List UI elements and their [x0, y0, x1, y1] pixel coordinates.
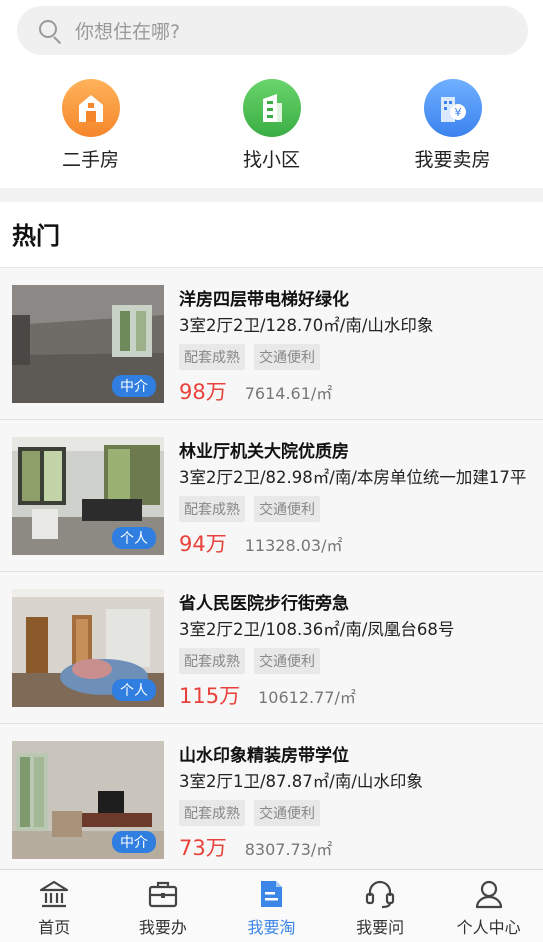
listing-item[interactable]: 中介 山水印象精装房带学位 3室2厅1卫/87.87㎡/南/山水印象 配套成熟 …	[0, 724, 543, 869]
listing-price: 98万	[179, 380, 227, 404]
tab-label: 个人中心	[456, 918, 521, 937]
listing-badge: 中介	[112, 375, 156, 397]
listing-badge: 中介	[112, 831, 156, 853]
document-icon	[261, 881, 283, 907]
listing-tag: 配套成熟	[179, 648, 245, 674]
briefcase-icon	[148, 881, 177, 908]
headset-icon	[365, 880, 395, 909]
tab-handle[interactable]: 我要办	[109, 870, 218, 942]
listing-item[interactable]: 中介 洋房四层带电梯好绿化 3室2厅2卫/128.70㎡/南/山水印象 配套成熟…	[0, 268, 543, 420]
listing-title: 洋房四层带电梯好绿化	[179, 290, 349, 310]
listing-tag: 交通便利	[254, 648, 320, 674]
tab-label: 首页	[38, 918, 71, 937]
tab-ask[interactable]: 我要问	[326, 870, 435, 942]
listing-tag: 配套成熟	[179, 800, 245, 826]
section-title: 热门	[0, 202, 543, 268]
listing-badge: 个人	[112, 679, 156, 701]
listing-title: 山水印象精装房带学位	[179, 746, 349, 766]
house-icon	[61, 79, 120, 137]
building-icon	[242, 79, 301, 137]
hot-section: 热门 中介 洋房四层带电梯好绿化 3室2厅2卫/128.70㎡/南/山水印象 配…	[0, 202, 543, 869]
bank-icon	[40, 880, 69, 908]
listing-unit-price: 11328.03/㎡	[244, 536, 343, 555]
listing-photo: 中介	[12, 741, 164, 859]
listing-badge: 个人	[112, 527, 156, 549]
category-label: 找小区	[242, 149, 300, 171]
listing-tag: 交通便利	[254, 344, 320, 370]
listing-item[interactable]: 个人 省人民医院步行街旁急 3室2厅2卫/108.36㎡/南/凤凰台68号 配套…	[0, 572, 543, 724]
listing-tag: 交通便利	[254, 800, 320, 826]
bottom-tab-bar: 首页 我要办 我要淘 我要问 个人中心	[0, 869, 543, 942]
tab-browse[interactable]: 我要淘	[217, 870, 326, 942]
user-icon	[475, 880, 502, 909]
listing-price: 73万	[179, 836, 227, 860]
listing-title: 林业厅机关大院优质房	[179, 442, 349, 462]
category-community[interactable]: 找小区	[181, 79, 362, 172]
listing-tag: 交通便利	[254, 496, 320, 522]
listing-photo: 个人	[12, 589, 164, 707]
listing-item[interactable]: 个人 林业厅机关大院优质房 3室2厅2卫/82.98㎡/南/本房单位统一加建17…	[0, 420, 543, 572]
svg-text:¥: ¥	[454, 106, 461, 119]
tab-label: 我要办	[138, 918, 187, 937]
listing-photo: 中介	[12, 285, 164, 403]
category-second-hand[interactable]: 二手房	[0, 79, 181, 172]
listing-detail: 3室2厅2卫/128.70㎡/南/山水印象	[179, 316, 434, 335]
sell-house-icon: ¥	[423, 79, 482, 137]
listing-tag: 配套成熟	[179, 496, 245, 522]
tab-profile[interactable]: 个人中心	[434, 870, 543, 942]
listing-tag: 配套成熟	[179, 344, 245, 370]
tab-label: 我要问	[356, 918, 405, 937]
search-bar[interactable]: 你想住在哪?	[17, 6, 528, 55]
listing-unit-price: 10612.77/㎡	[258, 688, 356, 707]
category-label: 二手房	[61, 149, 119, 171]
listing-detail: 3室2厅1卫/87.87㎡/南/山水印象	[179, 772, 423, 791]
category-label: 我要卖房	[414, 149, 491, 171]
tab-home[interactable]: 首页	[0, 870, 109, 942]
listing-price: 115万	[179, 684, 241, 708]
listing-photo: 个人	[12, 437, 164, 555]
tab-label: 我要淘	[247, 918, 296, 937]
category-row: 二手房 找小区 ¥ 我要卖房	[0, 79, 543, 172]
listing-detail: 3室2厅2卫/108.36㎡/南/凤凰台68号	[179, 620, 455, 639]
top-panel: 你想住在哪? 二手房 找小区 ¥ 我要卖房	[0, 0, 543, 188]
category-sell-house[interactable]: ¥ 我要卖房	[362, 79, 543, 172]
search-placeholder: 你想住在哪?	[75, 21, 181, 43]
listing-unit-price: 8307.73/㎡	[244, 840, 333, 859]
listing-detail: 3室2厅2卫/82.98㎡/南/本房单位统一加建17平	[179, 468, 527, 487]
listing-price: 94万	[179, 532, 227, 556]
listing-unit-price: 7614.61/㎡	[244, 384, 333, 403]
listing-title: 省人民医院步行街旁急	[179, 594, 349, 614]
search-icon	[37, 18, 63, 44]
